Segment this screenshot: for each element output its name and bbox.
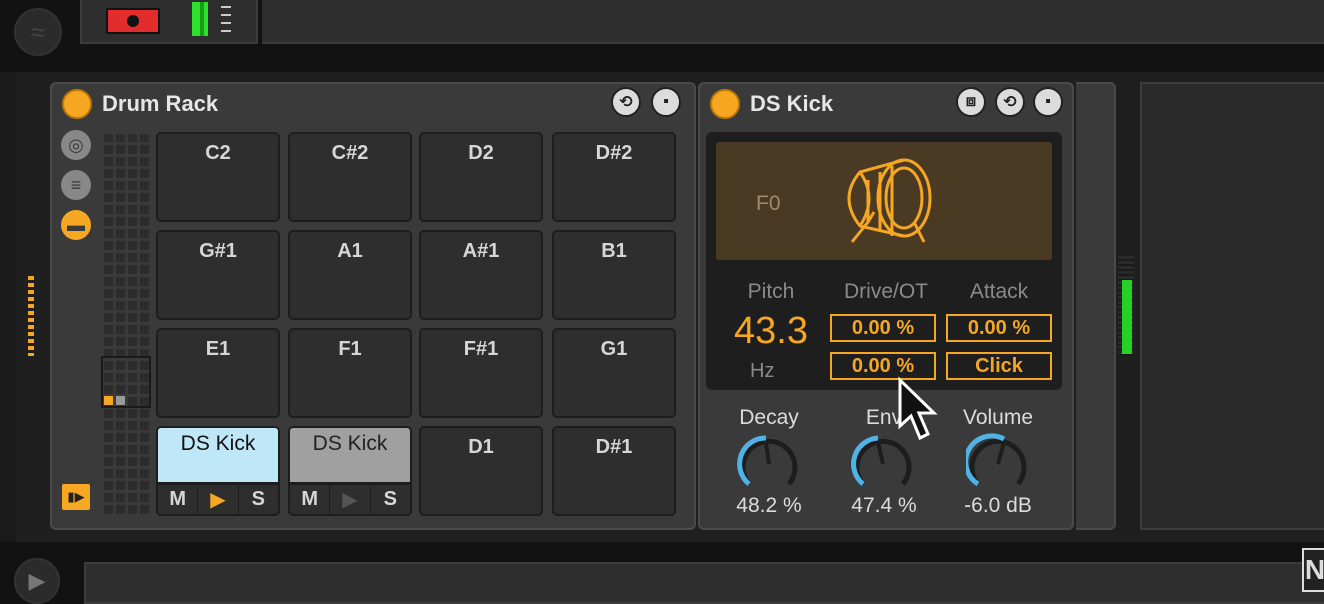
- kick-drum-icon: [847, 158, 932, 243]
- mute-button[interactable]: M: [158, 485, 199, 514]
- drum-pad[interactable]: C2: [156, 132, 280, 222]
- drum-rack-title: Drum Rack: [102, 91, 219, 116]
- pad-overview-filled: [104, 396, 113, 405]
- attack-label: Attack: [969, 280, 1029, 303]
- drum-pad[interactable]: F#1: [419, 328, 543, 418]
- bottom-bar: [84, 562, 1324, 604]
- solo-button[interactable]: S: [371, 485, 410, 514]
- decay-value: 48.2 %: [736, 494, 802, 517]
- drum-pad[interactable]: D1: [419, 426, 543, 516]
- drive-field[interactable]: 0.00 %: [830, 314, 936, 342]
- top-bar: [262, 0, 1324, 44]
- pad-overview[interactable]: [104, 134, 150, 514]
- pad-view-icon[interactable]: ▬: [61, 210, 91, 240]
- decay-knob[interactable]: [737, 432, 801, 496]
- drum-pad-selected[interactable]: DS Kick: [156, 426, 280, 484]
- drum-pad[interactable]: A1: [288, 230, 412, 320]
- ds-kick-title: DS Kick: [750, 91, 834, 116]
- list-icon[interactable]: ≡: [61, 170, 91, 200]
- drum-pad[interactable]: G1: [552, 328, 676, 418]
- expand-icon[interactable]: ⧈: [956, 87, 986, 117]
- save-preset-icon[interactable]: ▪: [651, 87, 681, 117]
- play-button[interactable]: ▶: [330, 485, 371, 514]
- drum-pad[interactable]: F1: [288, 328, 412, 418]
- drum-rack-header: Drum Rack: [52, 84, 694, 124]
- meter-scale: [221, 6, 231, 34]
- pad-controls: M ▶ S: [156, 484, 280, 516]
- power-icon[interactable]: [62, 89, 92, 119]
- volume-knob[interactable]: [966, 432, 1030, 496]
- mute-button[interactable]: M: [290, 485, 331, 514]
- mouse-cursor-icon: [898, 376, 938, 441]
- play-button[interactable]: ▶: [198, 485, 239, 514]
- drum-pad[interactable]: A#1: [419, 230, 543, 320]
- pad-overview-filled: [116, 396, 125, 405]
- output-meter-level: [1122, 280, 1132, 354]
- pitch-label: Pitch: [747, 280, 795, 303]
- save-preset-icon[interactable]: ▪: [1033, 87, 1063, 117]
- drum-pad[interactable]: D2: [419, 132, 543, 222]
- pitch-value[interactable]: 43.3: [726, 310, 816, 353]
- chain-indicator: [28, 276, 34, 356]
- play-icon[interactable]: ▶: [14, 558, 60, 604]
- drum-pad[interactable]: C#2: [288, 132, 412, 222]
- hot-swap-icon[interactable]: ⟲: [611, 87, 641, 117]
- level-meter-secondary: [200, 2, 204, 36]
- pitch-unit: Hz: [750, 360, 775, 382]
- volume-label: Volume: [962, 406, 1034, 429]
- drive-label: Drive/OT: [844, 280, 928, 303]
- drum-pad[interactable]: B1: [552, 230, 676, 320]
- auto-select-icon[interactable]: ▮▶: [62, 484, 90, 510]
- drum-pad[interactable]: DS Kick: [288, 426, 412, 484]
- power-icon[interactable]: [710, 89, 740, 119]
- record-icon[interactable]: [106, 8, 160, 34]
- drum-pad[interactable]: G#1: [156, 230, 280, 320]
- decay-label: Decay: [739, 406, 799, 429]
- pad-controls: M ▶ S: [288, 484, 412, 516]
- volume-value: -6.0 dB: [964, 494, 1032, 517]
- drum-pad[interactable]: D#1: [552, 426, 676, 516]
- chain-icon[interactable]: ◎: [61, 130, 91, 160]
- wave-icon[interactable]: ≈: [14, 8, 62, 56]
- note-label: F0: [756, 192, 781, 215]
- device-edge: [1076, 82, 1116, 530]
- hot-swap-icon[interactable]: ⟲: [995, 87, 1025, 117]
- env-value: 47.4 %: [851, 494, 917, 517]
- solo-button[interactable]: S: [239, 485, 278, 514]
- empty-device-area: [1140, 82, 1324, 530]
- drum-pad[interactable]: E1: [156, 328, 280, 418]
- logo-icon: N: [1302, 548, 1324, 592]
- drum-pad[interactable]: D#2: [552, 132, 676, 222]
- click-toggle[interactable]: Click: [946, 352, 1052, 380]
- attack-field[interactable]: 0.00 %: [946, 314, 1052, 342]
